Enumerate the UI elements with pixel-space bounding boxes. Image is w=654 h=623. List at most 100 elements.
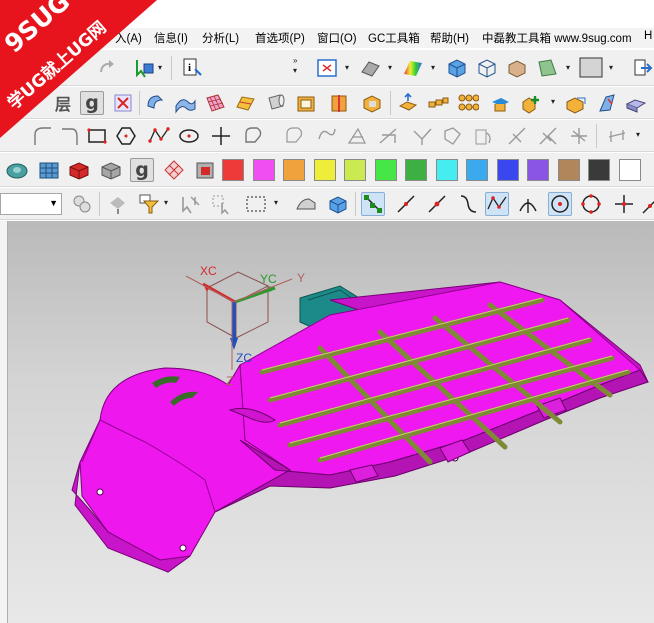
chevron-down-icon[interactable]: ▾ [164, 198, 171, 208]
color-swatch[interactable] [557, 159, 580, 181]
menu-overflow[interactable]: H [644, 30, 652, 42]
part-navigator-icon[interactable] [70, 192, 94, 216]
color-swatch[interactable] [283, 159, 305, 181]
chevron-down-icon[interactable]: ▾ [551, 97, 558, 107]
menu-zhonglei-toolkit[interactable]: 中磊教工具箱 www.9sug.com [482, 30, 632, 46]
view-disc-icon[interactable] [5, 158, 29, 182]
menu-gc-toolkit[interactable]: GC工具箱 [368, 30, 420, 46]
solid-body-icon[interactable] [326, 192, 350, 216]
gray-block-icon[interactable] [99, 158, 123, 182]
color-swatch[interactable] [496, 159, 519, 181]
menu-help[interactable]: 帮助(H) [430, 30, 469, 46]
extend-curve-icon[interactable] [410, 124, 434, 148]
wireframe-view-icon[interactable] [475, 56, 499, 80]
chamfer-edge-icon[interactable] [624, 91, 648, 115]
ellipse-icon[interactable] [177, 124, 201, 148]
color-swatch[interactable] [405, 159, 427, 181]
normal-line-icon[interactable] [567, 124, 591, 148]
color-swatch[interactable] [222, 159, 244, 181]
rectangle-select-icon[interactable] [244, 192, 268, 216]
color-swatch[interactable] [313, 159, 336, 181]
chevron-down-icon[interactable]: ▾ [609, 63, 616, 73]
snap-existing-point-icon[interactable] [612, 192, 636, 216]
fit-view-icon[interactable] [315, 56, 339, 80]
intersect-curve-icon[interactable] [345, 124, 369, 148]
offset-face-icon[interactable] [396, 91, 420, 115]
toolbar-separator [596, 124, 597, 148]
export-icon[interactable] [630, 56, 654, 80]
ruled-surface-icon[interactable] [233, 91, 257, 115]
color-swatch[interactable] [466, 159, 488, 181]
chevron-down-icon[interactable]: ▾ [431, 63, 438, 73]
triad-label-yc: YC [260, 272, 277, 286]
snap-center-icon[interactable] [548, 192, 572, 216]
chevron-down-icon[interactable]: ▾ [345, 63, 352, 73]
select-objects-icon[interactable] [178, 192, 202, 216]
offset-curve-icon[interactable] [242, 124, 266, 148]
snap-quadrant-icon[interactable] [579, 192, 603, 216]
information-icon[interactable]: i [180, 56, 204, 80]
color-swatch[interactable] [435, 159, 458, 181]
color-swatch[interactable] [374, 159, 397, 181]
deselect-icon[interactable] [209, 192, 233, 216]
snap-control-point-icon[interactable] [485, 192, 509, 216]
pattern-feature-icon[interactable] [426, 91, 450, 115]
color-swatch[interactable] [344, 159, 366, 181]
surface-icon[interactable] [173, 91, 197, 115]
graphics-window[interactable]: XC YC Y ZC Z [8, 221, 654, 623]
subtract-body-icon[interactable] [564, 91, 588, 115]
snap-line-icon[interactable] [394, 192, 418, 216]
shaded-face-icon[interactable] [535, 56, 559, 80]
cylinder-icon[interactable] [263, 91, 287, 115]
face-analysis-icon[interactable] [401, 56, 425, 80]
red-block-icon[interactable] [67, 158, 91, 182]
trim-curve-icon[interactable] [376, 124, 400, 148]
pattern-array-icon[interactable] [456, 91, 480, 115]
more-tools-icon[interactable]: » ▾ [293, 56, 300, 75]
shaded-box-icon[interactable] [505, 56, 529, 80]
draft-face-icon[interactable] [595, 91, 619, 115]
boolean-unite-icon[interactable] [520, 91, 544, 115]
color-swatch[interactable] [618, 159, 641, 181]
trim-body-icon[interactable] [488, 91, 512, 115]
dimension-icon[interactable] [605, 124, 629, 148]
snap-midpoint-icon[interactable] [425, 192, 449, 216]
menu-window[interactable]: 窗口(O) [317, 30, 357, 46]
color-swatch[interactable] [252, 159, 275, 181]
shade-face-icon[interactable] [294, 192, 318, 216]
menu-preferences[interactable]: 首选项(P) [255, 30, 305, 46]
type-filter-dropdown[interactable]: ▼ [0, 193, 62, 215]
snap-endpoint-icon[interactable] [361, 192, 385, 216]
render-style-icon[interactable] [358, 56, 382, 80]
shell-icon[interactable] [294, 91, 318, 115]
snap-point-on-curve-icon[interactable] [640, 192, 654, 216]
wrap-curve-icon[interactable] [440, 124, 464, 148]
curve-on-surface-icon[interactable] [472, 124, 496, 148]
split-body-icon[interactable] [327, 91, 351, 115]
snap-intersection-icon[interactable] [516, 192, 540, 216]
bridge-curve-icon[interactable] [315, 124, 339, 148]
hollow-box-icon[interactable] [360, 91, 384, 115]
point-icon[interactable] [209, 124, 233, 148]
chevron-down-icon[interactable]: ▾ [636, 130, 643, 140]
snap-icon[interactable] [106, 192, 130, 216]
chevron-down-icon[interactable]: ▾ [388, 63, 395, 73]
project-curve-icon[interactable] [283, 124, 307, 148]
g-letter-icon[interactable]: g [130, 158, 154, 182]
filter-funnel-icon[interactable] [137, 192, 161, 216]
line-arc-icon[interactable] [505, 124, 529, 148]
diamond-icon[interactable] [162, 158, 186, 182]
color-swatch[interactable] [527, 159, 549, 181]
isometric-view-icon[interactable] [445, 56, 469, 80]
resource-bar[interactable] [0, 221, 8, 623]
snap-curve-icon[interactable] [456, 192, 480, 216]
tangent-line-icon[interactable] [536, 124, 560, 148]
view-table-icon[interactable] [37, 158, 61, 182]
color-swatch[interactable] [588, 159, 610, 181]
mesh-surface-icon[interactable] [203, 91, 227, 115]
red-gray-cube-icon[interactable] [193, 158, 217, 182]
chevron-down-icon[interactable]: ▾ [274, 198, 281, 208]
menu-analysis[interactable]: 分析(L) [202, 30, 239, 46]
chevron-down-icon[interactable]: ▾ [566, 63, 573, 73]
background-icon[interactable] [579, 56, 603, 80]
